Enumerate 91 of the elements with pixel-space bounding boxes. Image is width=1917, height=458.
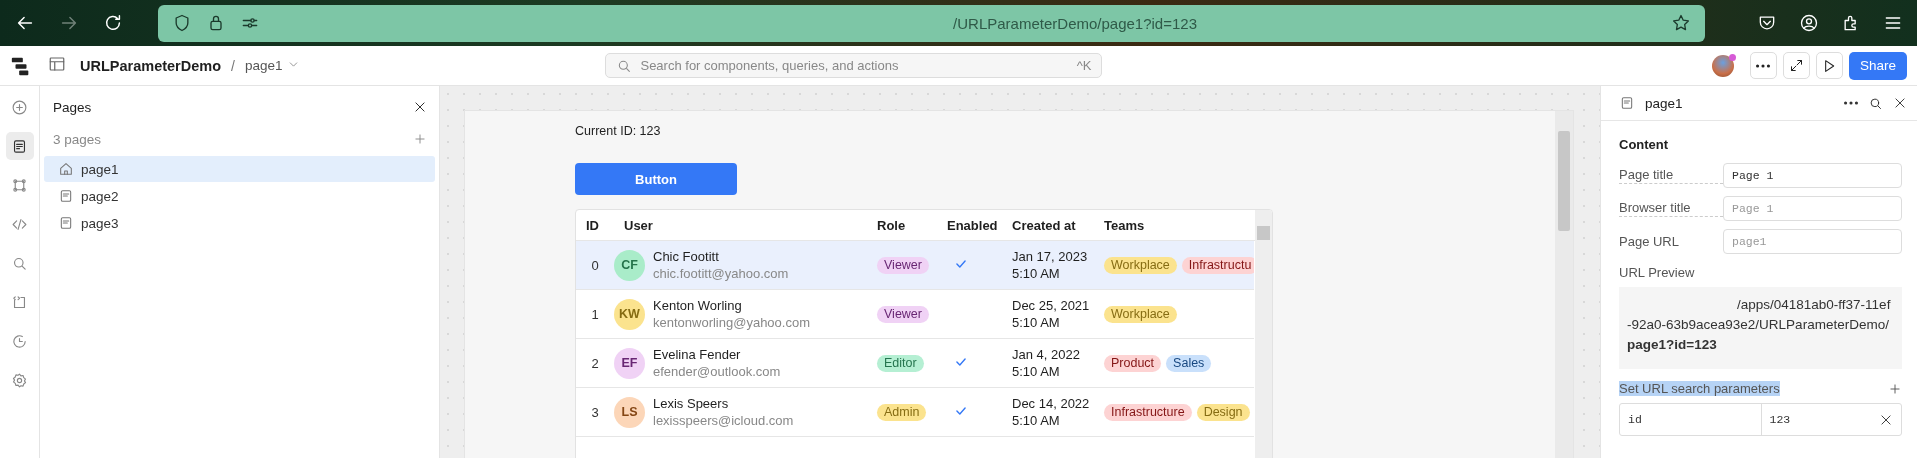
tag: Viewer [877, 305, 929, 323]
user-email: efender@outlook.com [653, 363, 781, 380]
layout-icon[interactable] [48, 55, 66, 73]
history-icon [11, 332, 28, 350]
field-label: Page URL [1619, 233, 1680, 250]
column-header[interactable]: Role [867, 217, 937, 233]
avatar[interactable] [1711, 54, 1734, 77]
table-row[interactable]: 1 KW Kenton Worling kentonworling@yahoo.com Viewer Dec 25, 2021 5:10 AM Workplace [576, 290, 1254, 339]
table-row[interactable]: 0 CF Chic Footitt chic.footitt@yahoo.com Viewer Jan 17, 2023 5:10 AM Workplace Infrastructu [576, 241, 1254, 290]
tag: Editor [877, 354, 924, 372]
param-key-field[interactable]: id [1620, 404, 1761, 435]
address-bar[interactable]: /URLParameterDemo/page1?id=123 [158, 4, 1705, 42]
user-name: Evelina Fender [653, 346, 742, 363]
tag: Viewer [877, 256, 929, 274]
page-item[interactable]: page1 [44, 156, 435, 182]
date-cell-text: Dec 25, 2021 5:10 AM [1011, 297, 1091, 331]
table-row[interactable]: 2 EF Evelina Fender efender@outlook.com Editor Jan 4, 2022 5:10 AM Product Sales [576, 339, 1254, 388]
expand-button[interactable] [1782, 52, 1810, 79]
remove-icon[interactable] [1879, 412, 1893, 427]
tag: Workplace [1104, 256, 1177, 274]
table-cell-text: 3 [590, 404, 600, 420]
page-icon [58, 215, 74, 231]
more-icon [1756, 63, 1771, 68]
add-icon [11, 98, 28, 116]
tag: Infrastructure [1104, 403, 1192, 421]
close-icon[interactable] [413, 100, 427, 114]
settings-icon [11, 371, 28, 389]
date-cell-text: Jan 17, 2023 5:10 AM [1011, 248, 1089, 282]
page-item[interactable]: page2 [44, 183, 435, 209]
column-header[interactable]: User [614, 217, 867, 233]
section-title: Content [1619, 137, 1670, 152]
close-icon[interactable] [1893, 96, 1907, 110]
current-id-text: Current ID: 123 [575, 124, 662, 140]
account-icon[interactable] [1799, 13, 1819, 33]
scrollbar[interactable] [1555, 111, 1573, 458]
url-text: /URLParameterDemo/page1?id=123 [953, 14, 1197, 32]
column-header[interactable]: ID [576, 217, 614, 233]
home-icon [58, 161, 74, 177]
components-icon [11, 176, 28, 194]
user-email: lexisspeers@icloud.com [653, 412, 794, 429]
page-item[interactable]: page3 [44, 210, 435, 236]
column-header[interactable]: Enabled [937, 217, 1002, 233]
tag: Workplace [1104, 305, 1177, 323]
user-name: Kenton Worling [653, 297, 743, 314]
avatar: EF [614, 347, 645, 379]
more-button[interactable] [1749, 52, 1777, 79]
input-field[interactable]: Page 1 [1723, 163, 1902, 188]
tag: Infrastructu [1181, 256, 1254, 274]
sidebar-tab[interactable] [5, 132, 34, 160]
breadcrumb-separator: / [231, 57, 235, 74]
field-label: Page title [1619, 167, 1723, 184]
table-cell-text: 0 [590, 257, 600, 273]
avatar: KW [614, 298, 645, 330]
table-cell-text: 1 [590, 306, 600, 322]
primary-button[interactable]: Button [575, 163, 737, 195]
scrollbar[interactable] [1255, 210, 1272, 458]
field-label: Browser title [1619, 200, 1723, 217]
date-cell-text: Jan 4, 2022 5:10 AM [1011, 346, 1081, 380]
field-label: Set URL search parameters [1619, 381, 1780, 396]
avatar: LS [614, 396, 645, 428]
tag: Product [1104, 354, 1162, 372]
preview-button[interactable] [1815, 52, 1843, 79]
user-email: kentonworling@yahoo.com [653, 314, 810, 331]
avatar: CF [614, 249, 645, 281]
page-count: 3 pages [53, 131, 102, 147]
tag: Admin [877, 403, 927, 421]
expand-icon [1788, 58, 1804, 73]
panel-title: Pages [53, 99, 92, 115]
user-name: Lexis Speers [653, 395, 730, 412]
share-button[interactable]: Share [1848, 51, 1907, 80]
param-value-field[interactable]: 123 [1760, 404, 1901, 435]
page-icon [11, 137, 28, 155]
url-preview: /apps/04181ab0-ff37-11ef-92a0-63b9acea93e2/URLParameterDemo/page1?id=123 [1619, 287, 1902, 369]
page-icon [1619, 95, 1635, 111]
panel-title: page1 [1645, 95, 1684, 111]
field-label: URL Preview [1619, 265, 1696, 280]
app-name[interactable]: URLParameterDemo [80, 57, 222, 74]
user-email: chic.footitt@yahoo.com [653, 265, 789, 282]
user-name: Chic Footitt [653, 248, 720, 265]
date-cell-text: Dec 14, 2022 5:10 AM [1011, 395, 1091, 429]
bookmark-star-icon[interactable] [1671, 13, 1691, 33]
state-icon [11, 293, 28, 311]
column-header[interactable]: Teams [1094, 217, 1254, 233]
tag: Sales [1166, 354, 1212, 372]
more-icon[interactable] [1844, 101, 1858, 105]
column-header[interactable]: Created at [1002, 217, 1094, 233]
page-selector[interactable]: page1 [244, 58, 283, 73]
page-icon [58, 188, 74, 204]
tag: Design [1196, 403, 1250, 421]
table-cell-text: 2 [590, 355, 600, 371]
table-row[interactable]: 3 LS Lexis Speers lexisspeers@icloud.com Admin Dec 14, 2022 5:10 AM Infrastructure Design [576, 388, 1254, 437]
